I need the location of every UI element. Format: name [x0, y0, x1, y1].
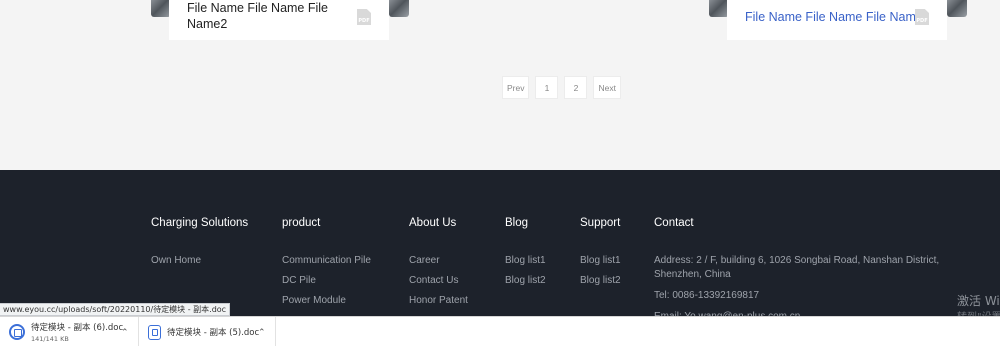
pdf-icon: PDF — [357, 9, 371, 25]
footer-col-product: product Communication Pile DC Pile Power… — [282, 217, 371, 314]
file-thumbnail-right-edge — [947, 0, 967, 17]
next-page-button[interactable]: Next — [593, 76, 621, 99]
footer-link[interactable]: Honor Patent — [409, 294, 468, 308]
footer-link[interactable]: Blog list2 — [580, 274, 621, 288]
pagination: Prev 1 2 Next — [502, 76, 621, 99]
document-download-icon — [148, 324, 161, 340]
footer-col-about: About Us Career Contact Us Honor Patent — [409, 217, 468, 314]
footer-col-charging: Charging Solutions Own Home — [151, 217, 248, 274]
file-thumbnail-left-edge — [389, 0, 409, 17]
chevron-up-icon[interactable]: ⌃ — [258, 327, 266, 338]
download-separator — [138, 317, 139, 346]
status-bar-url: www.eyou.cc/uploads/soft/20220110/待定模块 -… — [0, 303, 231, 316]
prev-page-button[interactable]: Prev — [502, 76, 530, 99]
download-file-name: 待定模块 - 副本 (6).doc — [31, 323, 124, 333]
download-item-2[interactable]: 待定模块 - 副本 (5).doc ⌃ — [148, 317, 272, 346]
footer-col-support: Support Blog list1 Blog list2 — [580, 217, 621, 294]
contact-address: Address: 2 / F, building 6, 1026 Songbai… — [654, 255, 940, 280]
contact-phone: Tel: 0086-13392169817 — [654, 290, 760, 301]
footer-link[interactable]: Blog list2 — [505, 274, 546, 288]
footer-heading: Blog — [505, 217, 529, 229]
windows-activation-watermark: 激活 Wi — [957, 294, 1000, 308]
pdf-icon-label: PDF — [916, 18, 928, 24]
footer-heading: Charging Solutions — [151, 217, 249, 229]
file-name-left[interactable]: File Name File Name File Name2 — [187, 0, 337, 32]
footer-heading: Contact — [654, 217, 694, 229]
footer-heading: About Us — [409, 217, 457, 229]
footer-link[interactable]: Communication Pile — [282, 254, 371, 268]
footer-link[interactable]: DC Pile — [282, 274, 371, 288]
document-download-icon — [9, 324, 25, 340]
download-file-name: 待定模块 - 副本 (5).doc — [167, 328, 260, 338]
footer-link[interactable]: Blog list1 — [580, 254, 621, 268]
file-card-right[interactable]: File Name File Name File Name PDF — [727, 0, 947, 40]
pdf-icon-label: PDF — [358, 18, 370, 24]
download-item-1[interactable]: 待定模块 - 副本 (6).doc 141/141 KB ⌃ — [9, 317, 133, 346]
file-name-right[interactable]: File Name File Name File Name — [745, 9, 923, 25]
footer-link[interactable]: Blog list1 — [505, 254, 546, 268]
footer-heading: Support — [580, 217, 621, 229]
footer-link[interactable]: Own Home — [151, 254, 248, 268]
page-2-button[interactable]: 2 — [564, 76, 588, 99]
pdf-icon: PDF — [915, 9, 929, 25]
file-thumbnail-right[interactable] — [709, 0, 729, 17]
footer-heading: product — [282, 217, 321, 229]
download-file-size: 141/141 KB — [31, 335, 69, 343]
footer-link[interactable]: Contact Us — [409, 274, 468, 288]
footer-col-contact: Contact Address: 2 / F, building 6, 1026… — [654, 217, 954, 331]
footer-col-blog: Blog Blog list1 Blog list2 — [505, 217, 546, 294]
page-1-button[interactable]: 1 — [535, 76, 559, 99]
file-card-left[interactable]: File Name File Name File Name2 PDF — [169, 0, 389, 40]
download-separator — [275, 317, 276, 346]
footer-link[interactable]: Power Module — [282, 294, 371, 308]
content-area: File Name File Name File Name2 PDF File … — [0, 0, 1000, 170]
download-bar: 待定模块 - 副本 (6).doc 141/141 KB ⌃ 待定模块 - 副本… — [0, 316, 1000, 346]
footer-link[interactable]: Career — [409, 254, 468, 268]
file-thumbnail-left[interactable] — [151, 0, 171, 17]
chevron-up-icon[interactable]: ⌃ — [121, 327, 129, 338]
